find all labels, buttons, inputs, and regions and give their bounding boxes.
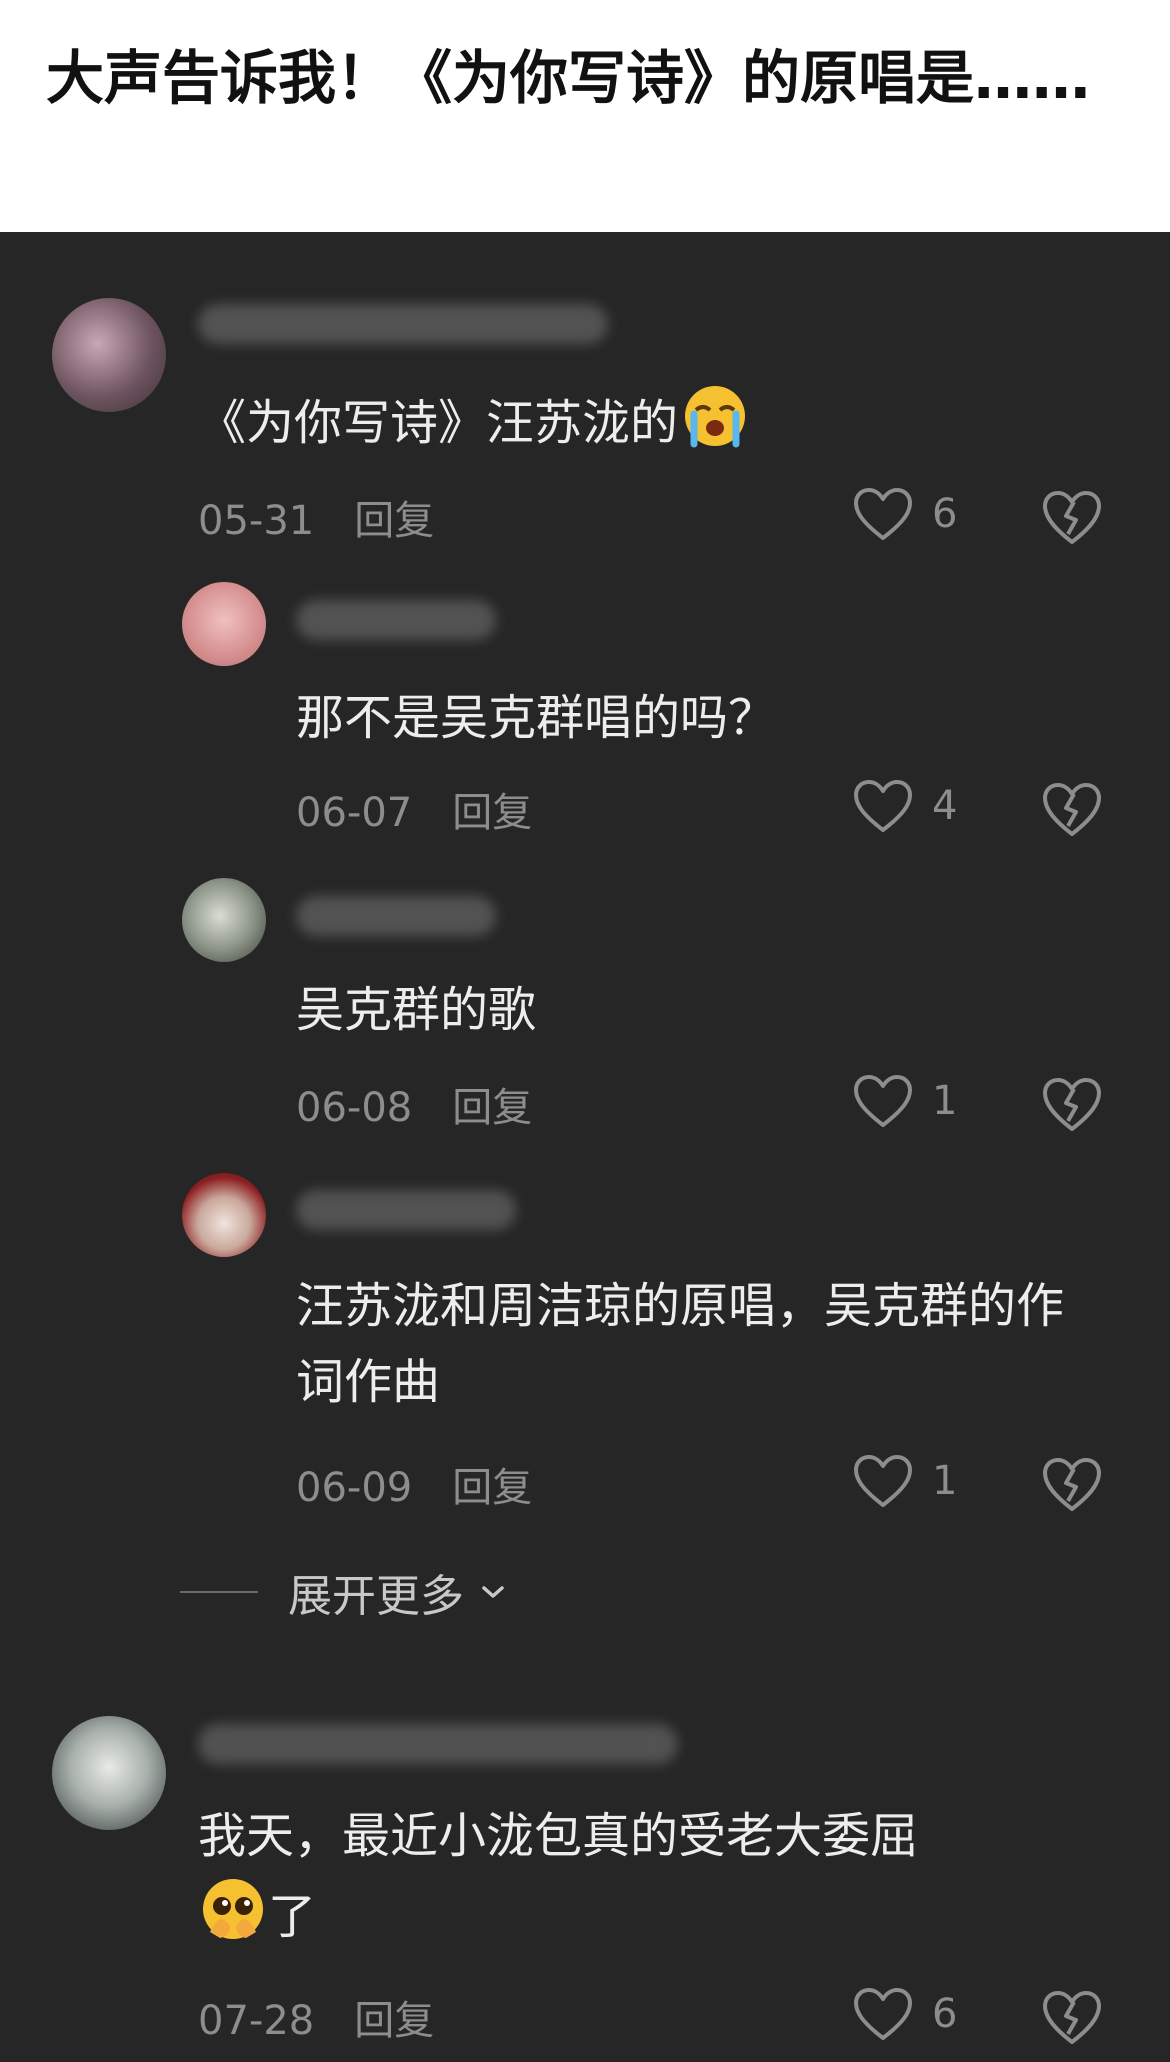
- comment-date: 07-28: [198, 1998, 315, 2044]
- comment-text: 吴克群的歌: [296, 982, 537, 1038]
- broken-heart-icon[interactable]: [1040, 1075, 1104, 1133]
- avatar[interactable]: [182, 1173, 266, 1257]
- username[interactable]: [198, 304, 608, 344]
- reply-button[interactable]: 回复: [452, 1085, 532, 1131]
- post-header: 大声告诉我！《为你写诗》的原唱是……: [0, 0, 1170, 232]
- reply-button[interactable]: 回复: [452, 790, 532, 836]
- avatar[interactable]: [182, 582, 266, 666]
- comment-meta: 05-31 回复: [198, 488, 434, 546]
- like-button[interactable]: 6: [852, 1986, 957, 2042]
- broken-heart-icon[interactable]: [1040, 780, 1104, 838]
- avatar[interactable]: [52, 298, 166, 412]
- avatar[interactable]: [182, 878, 266, 962]
- like-count: 4: [932, 783, 958, 829]
- comment-text: 汪苏泷和周洁琼的原唱，吴克群的作词作曲: [296, 1278, 1065, 1410]
- heart-outline-icon: [854, 488, 912, 540]
- broken-heart-icon[interactable]: [1040, 488, 1104, 546]
- comment-meta: 06-09 回复: [296, 1455, 532, 1513]
- like-count: 1: [932, 1458, 958, 1504]
- chevron-down-icon: [482, 1586, 504, 1598]
- like-count: 6: [932, 1991, 958, 2037]
- like-count: 6: [932, 491, 958, 537]
- broken-heart-icon[interactable]: [1040, 1455, 1104, 1513]
- comment-meta: 07-28 回复: [198, 1988, 434, 2046]
- comment-text: 我天，最近小泷包真的受老大委屈 了: [198, 1798, 1098, 1966]
- heart-outline-icon: [854, 1988, 912, 2040]
- comment-date: 05-31: [198, 498, 315, 544]
- username[interactable]: [296, 896, 496, 936]
- username[interactable]: [296, 1190, 516, 1230]
- pleading-face-emoji-icon: [198, 1874, 268, 1966]
- like-button[interactable]: 4: [852, 778, 957, 834]
- loudly-crying-face-emoji-icon: [678, 380, 752, 472]
- like-button[interactable]: 6: [852, 486, 957, 542]
- username[interactable]: [296, 600, 496, 640]
- username[interactable]: [198, 1724, 678, 1764]
- expand-replies-button[interactable]: 展开更多: [180, 1562, 506, 1622]
- heart-outline-icon: [854, 780, 912, 832]
- heart-outline-icon: [854, 1075, 912, 1127]
- reply-button[interactable]: 回复: [354, 1998, 434, 2044]
- comment-date: 06-08: [296, 1085, 413, 1131]
- comment-date: 06-07: [296, 790, 413, 836]
- post-title: 大声告诉我！《为你写诗》的原唱是……: [46, 44, 1091, 112]
- comment-text: 那不是吴克群唱的吗？: [296, 690, 777, 746]
- like-button[interactable]: 1: [852, 1073, 957, 1129]
- heart-outline-icon: [854, 1455, 912, 1507]
- broken-heart-icon[interactable]: [1040, 1988, 1104, 2046]
- comment-date: 06-09: [296, 1465, 413, 1511]
- expand-label: 展开更多: [288, 1571, 464, 1622]
- like-button[interactable]: 1: [852, 1453, 957, 1509]
- like-count: 1: [932, 1078, 958, 1124]
- comment-text: 《为你写诗》汪苏泷的: [198, 380, 1098, 472]
- comment-meta: 06-07 回复: [296, 780, 532, 838]
- avatar[interactable]: [52, 1716, 166, 1830]
- comment-meta: 06-08 回复: [296, 1075, 532, 1133]
- reply-button[interactable]: 回复: [354, 498, 434, 544]
- divider-line: [180, 1591, 258, 1593]
- reply-button[interactable]: 回复: [452, 1465, 532, 1511]
